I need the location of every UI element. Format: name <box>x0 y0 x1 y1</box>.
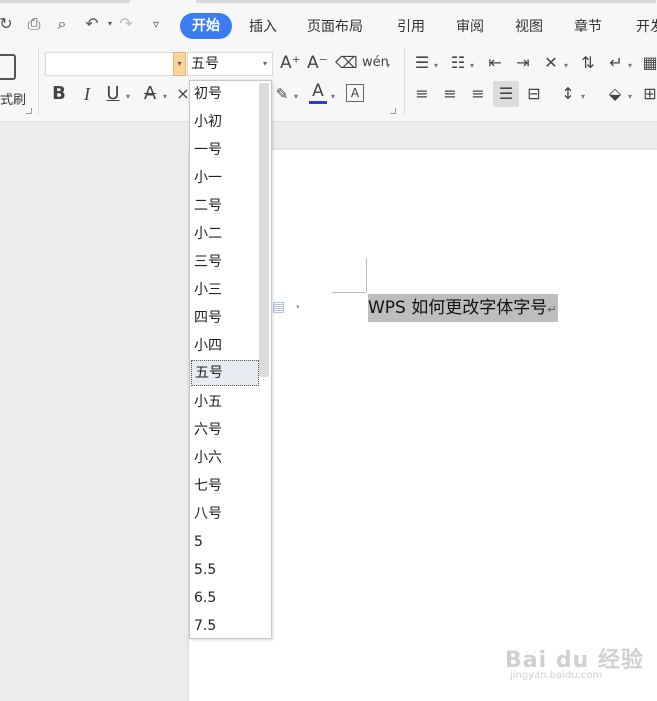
font-name-dropdown-icon[interactable]: ▾ <box>173 52 186 76</box>
paragraph-layout-dropdown-icon[interactable]: ▾ <box>296 303 300 311</box>
strikethrough-dropdown-icon[interactable]: ▾ <box>163 92 167 102</box>
highlight-icon[interactable]: ✎ <box>272 83 292 105</box>
char-border-icon[interactable]: A <box>346 84 364 102</box>
tab-page-layout[interactable]: 页面布局 <box>307 17 363 37</box>
font-size-option[interactable]: 小初 <box>191 109 259 135</box>
align-center-icon[interactable]: ≡ <box>440 83 460 105</box>
font-size-option[interactable]: 5 <box>191 529 259 555</box>
superscript-button[interactable]: × <box>176 83 190 105</box>
font-color-dropdown-icon[interactable]: ▾ <box>331 92 335 102</box>
show-marks-dropdown-icon[interactable]: ▾ <box>628 61 632 71</box>
paragraph-layout-icon[interactable]: ▤ <box>272 299 288 315</box>
font-size-option[interactable]: 小三 <box>191 277 259 303</box>
underline-dropdown-icon[interactable]: ▾ <box>126 92 130 102</box>
increase-indent-icon[interactable]: ⇥ <box>513 52 533 74</box>
font-size-dropdown-icon[interactable]: ▾ <box>258 53 272 75</box>
highlight-dropdown-icon[interactable]: ▾ <box>294 92 298 102</box>
font-group-corner[interactable] <box>390 108 396 114</box>
clipboard-group-corner[interactable] <box>26 108 32 114</box>
font-color-icon[interactable]: A <box>309 82 327 104</box>
font-size-option-selected[interactable]: 五号 <box>191 360 259 386</box>
decrease-indent-icon[interactable]: ⇤ <box>485 52 505 74</box>
grow-font-icon[interactable]: A⁺ <box>280 52 301 74</box>
print-icon[interactable]: ⎙ <box>24 14 44 34</box>
bullet-dropdown-icon[interactable]: ▾ <box>434 61 438 71</box>
bullet-list-icon[interactable]: ☰ <box>412 52 432 74</box>
phonetic-guide-icon[interactable]: wén <box>362 52 389 74</box>
menu-bar: ↻ ⎙ ⌕ ↶ ▾ ↷ ▿ 开始 插入 页面布局 引用 审阅 视图 章节 开发 <box>0 0 657 44</box>
redo-history-icon[interactable]: ↻ <box>0 14 16 34</box>
tab-insert[interactable]: 插入 <box>249 17 277 37</box>
font-size-option[interactable]: 6.5 <box>191 585 259 611</box>
align-left-icon[interactable]: ≡ <box>412 83 432 105</box>
line-spacing-icon[interactable]: ↕ <box>558 83 578 105</box>
underline-button[interactable]: U <box>104 83 122 105</box>
distributed-align-icon[interactable]: ⊟ <box>524 83 544 105</box>
font-size-option[interactable]: 小一 <box>191 165 259 191</box>
tab-view[interactable]: 视图 <box>515 17 543 37</box>
font-size-option[interactable]: 三号 <box>191 249 259 275</box>
selected-document-text[interactable]: WPS 如何更改字体字号↵ <box>368 294 559 322</box>
sort-icon[interactable]: ⇅ <box>578 52 598 74</box>
format-painter-icon[interactable] <box>0 54 16 80</box>
paragraph-mark: ↵ <box>547 303 557 316</box>
format-painter-label[interactable]: 式刷 <box>0 89 26 108</box>
shading-dropdown-icon[interactable]: ▾ <box>628 92 632 102</box>
font-size-option[interactable]: 一号 <box>191 137 259 163</box>
font-size-option[interactable]: 5.5 <box>191 557 259 583</box>
font-size-option[interactable]: 小五 <box>191 389 259 415</box>
tab-chapter[interactable]: 章节 <box>574 17 602 37</box>
line-spacing-dropdown-icon[interactable]: ▾ <box>581 92 585 102</box>
font-name-input[interactable] <box>45 52 173 76</box>
font-size-option[interactable]: 小六 <box>191 445 259 471</box>
show-marks-icon[interactable]: ↵ <box>606 52 626 74</box>
clear-format-icon[interactable]: ⌫ <box>335 52 358 74</box>
print-preview-icon[interactable]: ⌕ <box>52 14 72 34</box>
dropdown-scrollbar-thumb[interactable] <box>259 83 269 377</box>
customize-toolbar-icon[interactable]: ▿ <box>146 14 166 34</box>
numbered-dropdown-icon[interactable]: ▾ <box>470 61 474 71</box>
font-size-option[interactable]: 二号 <box>191 193 259 219</box>
strikethrough-button[interactable]: A <box>140 83 160 105</box>
tab-references[interactable]: 引用 <box>397 17 425 37</box>
margin-marker-vertical <box>366 258 367 292</box>
borders-icon[interactable]: ⊞ <box>642 83 657 105</box>
font-size-option[interactable]: 四号 <box>191 305 259 331</box>
font-size-option[interactable]: 小二 <box>191 221 259 247</box>
tab-developer[interactable]: 开发 <box>636 17 657 37</box>
table-icon[interactable]: ▦ <box>642 52 657 74</box>
numbered-list-icon[interactable]: ☷ <box>448 52 468 74</box>
justify-icon[interactable]: ☰ <box>493 81 519 107</box>
font-size-option[interactable]: 七号 <box>191 473 259 499</box>
shrink-font-icon[interactable]: A⁻ <box>307 52 328 74</box>
font-size-option[interactable]: 八号 <box>191 501 259 527</box>
font-size-option[interactable]: 7.5 <box>191 613 259 639</box>
bold-button[interactable]: B <box>50 83 68 105</box>
font-size-option[interactable]: 六号 <box>191 417 259 443</box>
undo-icon[interactable]: ↶ <box>82 14 102 34</box>
margin-marker-horizontal <box>332 292 366 293</box>
italic-button[interactable]: I <box>78 83 96 105</box>
chinese-layout-icon[interactable]: ✕ <box>541 52 561 74</box>
tab-review[interactable]: 审阅 <box>456 17 484 37</box>
phonetic-dropdown-icon[interactable]: ▾ <box>386 61 390 71</box>
align-right-icon[interactable]: ≡ <box>468 83 488 105</box>
chinese-layout-dropdown-icon[interactable]: ▾ <box>564 61 568 71</box>
redo-icon[interactable]: ↷ <box>116 14 136 34</box>
baidu-watermark-url: jingyan.baidu.com <box>510 670 603 681</box>
document-text[interactable]: WPS 如何更改字体字号 <box>368 298 547 318</box>
tab-home[interactable]: 开始 <box>180 13 232 39</box>
font-size-option[interactable]: 初号 <box>191 81 259 107</box>
font-size-option[interactable]: 小四 <box>191 333 259 359</box>
shading-icon[interactable]: ⬙ <box>605 83 625 105</box>
